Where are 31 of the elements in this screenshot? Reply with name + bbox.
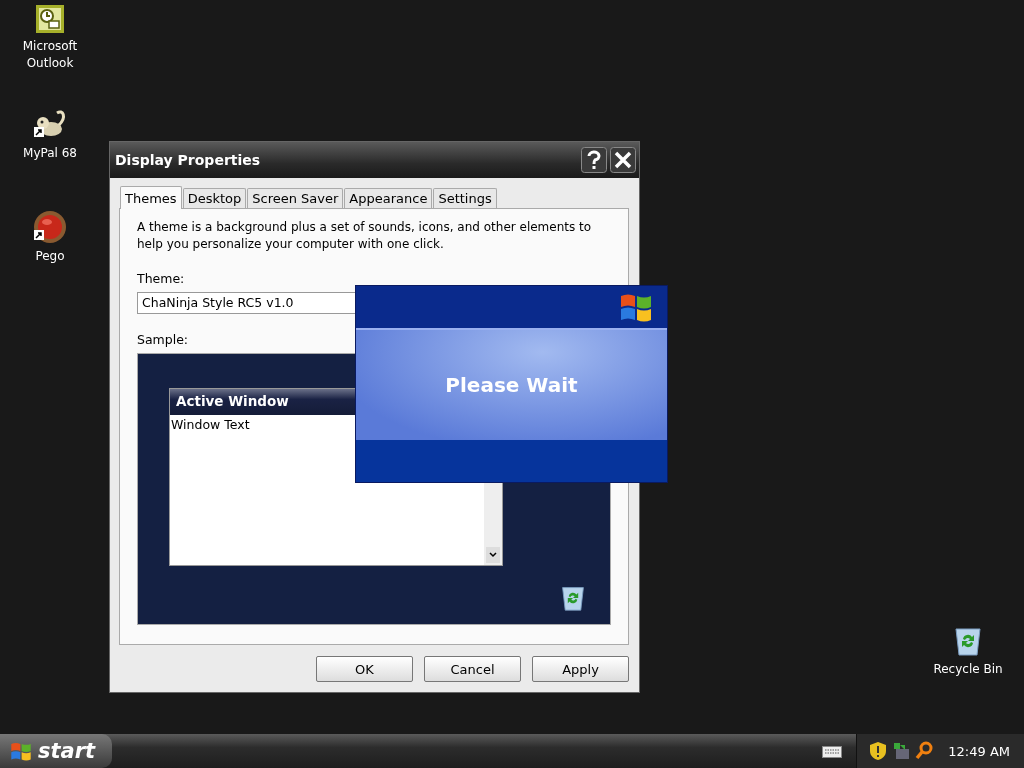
sample-label: Sample: xyxy=(137,332,190,347)
ball-icon[interactable] xyxy=(33,210,67,244)
recycle-bin-icon xyxy=(560,584,586,612)
theme-label: Theme: xyxy=(137,271,186,286)
dialog-button[interactable]: OK xyxy=(316,656,413,682)
scroll-down-icon xyxy=(486,547,500,563)
tab[interactable]: Settings xyxy=(433,188,497,208)
help-icon[interactable] xyxy=(581,147,607,173)
tab[interactable]: Appearance xyxy=(344,188,433,208)
calendar-clock-icon[interactable] xyxy=(35,4,65,34)
windows-logo-icon xyxy=(10,741,32,761)
windows-logo-icon xyxy=(619,292,653,322)
recycle-bin-icon[interactable] xyxy=(953,625,983,657)
icon-label[interactable]: Pego xyxy=(15,248,85,265)
shield-icon[interactable] xyxy=(869,741,888,761)
icon-label[interactable]: Recycle Bin xyxy=(933,661,1003,678)
clock: 12:49 AM xyxy=(948,743,1010,759)
keyboard-icon[interactable] xyxy=(822,744,843,758)
tab[interactable]: Desktop xyxy=(182,188,247,208)
description-text: A theme is a background plus a set of sounds, icons, and other elements to help you personalize your computer with one click. xyxy=(137,219,593,253)
tab[interactable]: Screen Saver xyxy=(247,188,344,208)
window-title: Display Properties xyxy=(115,152,261,168)
start-button[interactable]: start xyxy=(0,734,112,768)
tab[interactable]: Themes xyxy=(120,186,182,209)
icon-label[interactable]: MyPal 68 xyxy=(15,145,85,162)
magnifier-icon[interactable] xyxy=(915,741,934,761)
sample-window-text: Window Text xyxy=(170,416,251,434)
dialog-button[interactable]: Apply xyxy=(532,656,629,682)
dialog-button[interactable]: Cancel xyxy=(424,656,521,682)
close-icon[interactable] xyxy=(610,147,636,173)
icon-label[interactable]: Microsoft Outlook xyxy=(15,38,85,72)
